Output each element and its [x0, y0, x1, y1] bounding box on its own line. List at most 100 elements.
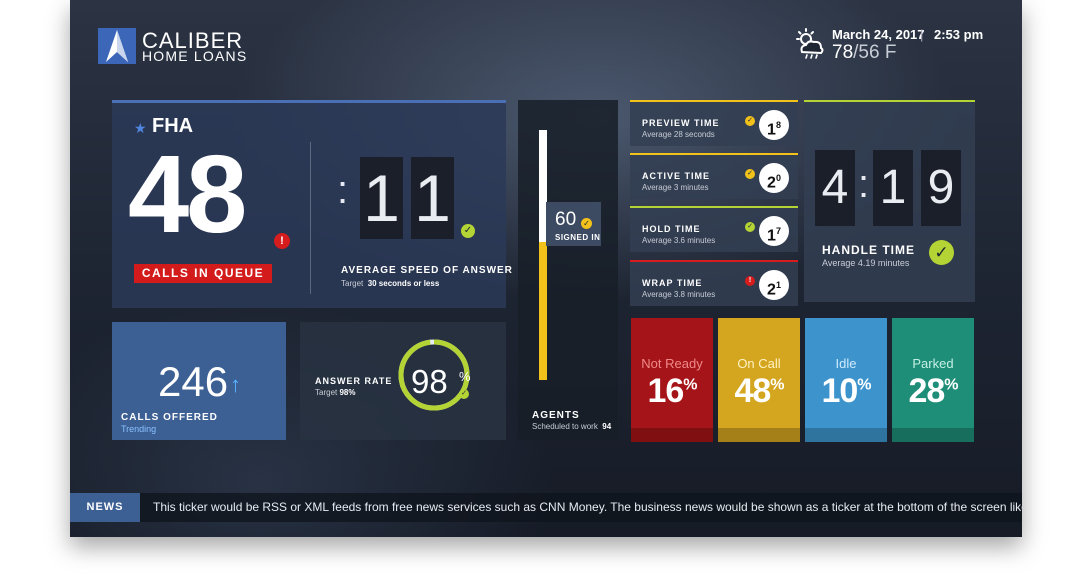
active-time-card: ACTIVE TIME Average 3 minutes ✓ 20: [630, 153, 798, 199]
answer-rate-title: ANSWER RATE: [315, 376, 393, 386]
answer-rate-value: 98: [411, 363, 448, 400]
alert-icon: !: [745, 276, 755, 286]
status-base: [892, 428, 974, 442]
status-base: [631, 428, 713, 442]
asa-title: AVERAGE SPEED OF ANSWER: [341, 265, 513, 276]
agents-panel: [518, 100, 618, 440]
status-value-number: 48: [734, 372, 771, 410]
status-value-unit: %: [857, 376, 871, 394]
metric-value: 20: [759, 163, 789, 193]
news-label: NEWS: [70, 493, 140, 522]
calls-offered-title: CALLS OFFERED: [121, 412, 218, 423]
status-value: 48%: [718, 372, 800, 411]
preview-time-card: PREVIEW TIME Average 28 seconds ✓ 18: [630, 100, 798, 146]
metric-value-int: 1: [767, 121, 776, 139]
metric-title: WRAP TIME: [642, 278, 703, 288]
check-icon: ✓: [745, 116, 755, 126]
current-time: 2:53 pm: [934, 27, 984, 42]
hold-time-card: HOLD TIME Average 3.6 minutes ✓ 17: [630, 206, 798, 252]
status-label: Parked: [912, 356, 954, 371]
status-parked: Parked 28%: [892, 318, 974, 442]
metric-value-decimal: 8: [775, 120, 781, 130]
check-icon: ✓: [745, 222, 755, 232]
status-value-unit: %: [770, 376, 784, 394]
handle-time-title: HANDLE TIME: [822, 243, 915, 257]
alert-icon: !: [274, 233, 290, 249]
metric-value: 18: [759, 110, 789, 140]
status-base: [805, 428, 887, 442]
check-icon: ✓: [461, 224, 475, 238]
status-value-unit: %: [683, 376, 697, 394]
status-value-number: 16: [647, 372, 684, 410]
answer-rate-target-value: 98%: [339, 388, 356, 397]
wrap-time-card: WRAP TIME Average 3.8 minutes ! 21: [630, 260, 798, 306]
handle-digit-tens: 1: [873, 150, 913, 226]
status-value-number: 28: [908, 372, 945, 410]
status-on-call: On Call 48%: [718, 318, 800, 442]
metric-value-int: 2: [767, 281, 776, 299]
metric-value-decimal: 7: [775, 226, 781, 236]
metric-subtitle: Average 3.6 minutes: [642, 236, 716, 245]
agents-scheduled-value: 94: [602, 422, 612, 431]
cloud-sun-rain-icon: [796, 28, 824, 59]
calls-offered-subtitle: Trending: [121, 424, 157, 434]
calls-in-queue-badge: CALLS IN QUEUE: [134, 264, 272, 283]
answer-rate-unit: %: [459, 369, 471, 384]
answer-rate-target: Target 98%: [315, 388, 355, 397]
metric-subtitle: Average 3 minutes: [642, 183, 709, 192]
asa-colon: :: [337, 168, 349, 212]
caliber-logo-icon: [98, 28, 136, 64]
status-value: 28%: [892, 372, 974, 411]
check-icon: ✓: [929, 240, 954, 265]
status-value: 16%: [631, 372, 713, 411]
current-date: March 24, 2017: [832, 27, 925, 42]
metric-value-int: 2: [767, 174, 776, 192]
metric-title: HOLD TIME: [642, 224, 701, 234]
status-label: Idle: [835, 356, 857, 371]
metric-value-int: 1: [767, 227, 776, 245]
temperature: 78/56 F: [832, 42, 896, 64]
handle-time-subtitle: Average 4.19 minutes: [822, 258, 910, 268]
metric-value-decimal: 0: [775, 173, 781, 183]
metric-value-decimal: 1: [775, 280, 781, 290]
metric-subtitle: Average 28 seconds: [642, 130, 715, 139]
status-value: 10%: [805, 372, 887, 411]
check-icon: ✓: [581, 218, 592, 229]
agents-title: AGENTS: [532, 410, 580, 421]
agents-scheduled: Scheduled to work 94: [532, 422, 611, 431]
agents-scheduled-prefix: Scheduled to work: [532, 422, 598, 431]
status-label: Not Ready: [641, 356, 703, 371]
signed-in-label: SIGNED IN: [555, 233, 601, 242]
handle-colon: :: [858, 162, 870, 206]
check-icon: ✓: [459, 389, 469, 399]
check-icon: ✓: [745, 169, 755, 179]
asa-target: Target 30 seconds or less: [341, 279, 439, 288]
metric-title: ACTIVE TIME: [642, 171, 711, 181]
asa-target-prefix: Target: [341, 279, 364, 288]
temp-low: /56 F: [853, 42, 897, 63]
asa-digit-tens: 1: [360, 157, 403, 239]
metric-value: 17: [759, 216, 789, 246]
temp-high: 78: [832, 42, 854, 63]
status-idle: Idle 10%: [805, 318, 887, 442]
asa-target-value: 30 seconds or less: [367, 279, 440, 288]
status-value-unit: %: [944, 376, 958, 394]
agents-bar-fill: [539, 242, 547, 380]
dashboard-screen: CALIBER HOME LOANS March 24, 2017 | 2:53…: [70, 0, 1022, 537]
status-value-number: 10: [821, 372, 858, 410]
metric-value: 21: [759, 270, 789, 300]
status-label: On Call: [737, 356, 781, 371]
news-ticker-text[interactable]: This ticker would be RSS or XML feeds fr…: [153, 500, 1022, 514]
calls-offered-value: 246: [158, 358, 229, 405]
handle-digit-minutes: 4: [815, 150, 855, 226]
answer-rate-target-prefix: Target: [315, 388, 338, 397]
signed-in-count: 60: [555, 209, 577, 230]
asa-digit-ones: 1: [411, 157, 454, 239]
metric-title: PREVIEW TIME: [642, 118, 720, 128]
metric-subtitle: Average 3.8 minutes: [642, 290, 716, 299]
fha-divider: [310, 142, 311, 294]
date-time-separator: |: [920, 27, 924, 42]
status-base: [718, 428, 800, 442]
handle-digit-ones: 9: [921, 150, 961, 226]
calls-in-queue-count: 48: [128, 133, 247, 256]
